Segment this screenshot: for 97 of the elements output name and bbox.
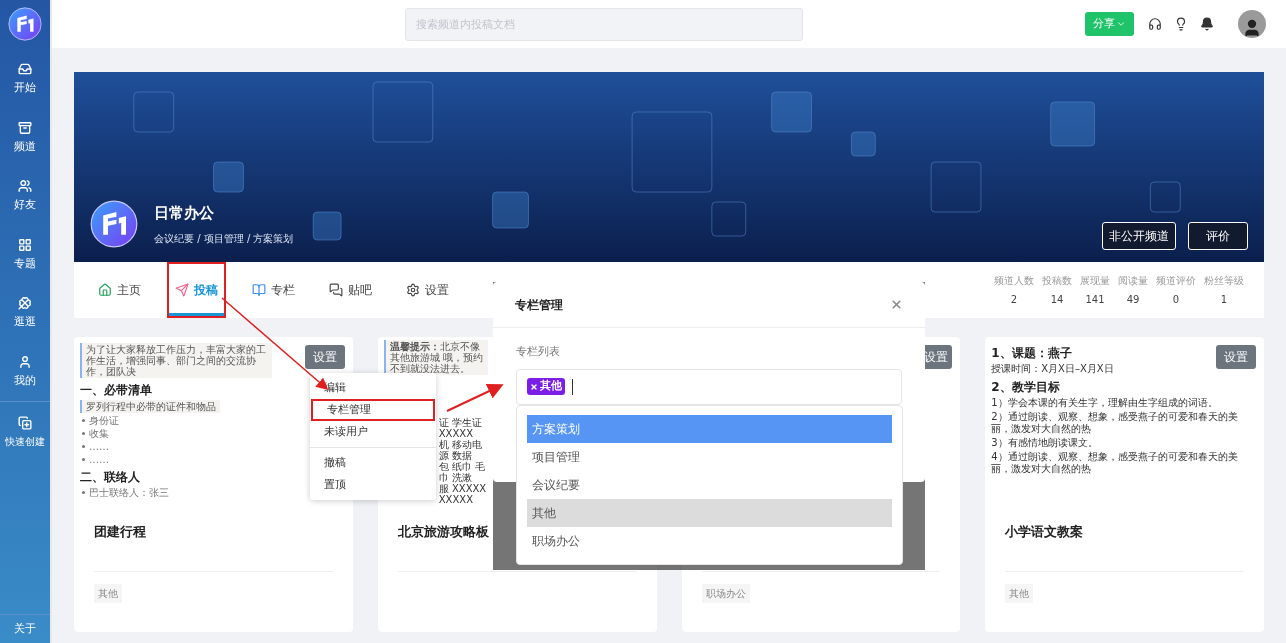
sidebar-item[interactable]: 开始 <box>14 62 36 97</box>
card-title: 小学语文教案 <box>1005 523 1084 542</box>
preview-heading: 二、联络人 <box>80 470 140 485</box>
preview-note: 罗列行程中必带的证件和物品 <box>80 400 220 413</box>
sidebar-item[interactable]: 关于 <box>14 614 36 643</box>
sidebar-item[interactable]: 逛逛 <box>14 296 36 331</box>
close-icon[interactable] <box>890 298 903 311</box>
clover-icon <box>18 296 32 310</box>
preview-bullet: 收集 <box>89 428 109 439</box>
bullet-icon <box>82 419 85 422</box>
settings-icon <box>406 283 420 297</box>
channel-title: 日常办公 <box>154 203 215 225</box>
sidebar-item[interactable]: 好友 <box>14 179 36 214</box>
home-icon <box>98 283 112 297</box>
category-tag: 其他 <box>1005 584 1034 603</box>
preview-heading: 一、必带清单 <box>80 383 152 398</box>
card-title: 团建行程 <box>94 523 146 542</box>
banner-button[interactable]: 评价 <box>1188 222 1248 250</box>
text-cursor <box>572 378 573 395</box>
preview-note: 为了让大家释放工作压力，丰富大家的工作生活，增强同事、部门之间的交流协作，团队决 <box>80 343 272 378</box>
menu-item[interactable]: 专栏管理 <box>311 399 435 421</box>
nav-tab[interactable]: 主页 <box>90 262 149 318</box>
stat-label: 投稿数 <box>1042 274 1072 288</box>
dropdown-option[interactable]: 其他 <box>527 499 892 527</box>
preview-line: 1）学会本课的有关生字，理解由生字组成的词语。 <box>991 397 1218 409</box>
preview-line: 机 移动电源 数据 <box>438 439 483 461</box>
lightbulb-icon[interactable] <box>1174 17 1188 31</box>
nav-tab[interactable]: 设置 <box>398 262 457 318</box>
preview-line: 证 学生证 XXXXX <box>438 417 483 439</box>
avatar[interactable] <box>1238 10 1266 38</box>
stat-label: 粉丝等级 <box>1204 274 1244 288</box>
stat-value: 14 <box>1050 293 1064 307</box>
logo-icon <box>8 7 42 41</box>
caret-icon <box>1116 19 1126 29</box>
preview-bullet: …… <box>89 454 109 465</box>
dropdown-option[interactable]: 项目管理 <box>527 443 892 471</box>
stat-value: 141 <box>1085 293 1105 307</box>
preview-heading: 2、教学目标 <box>991 380 1060 395</box>
preview-heading: 1、课题：燕子 <box>991 346 1072 361</box>
preview-line: 授课时间：X月X日–X月X日 <box>991 363 1114 375</box>
preview-line: 服 XXXXX <box>438 483 487 494</box>
chat-icon <box>329 283 343 297</box>
inbox-icon <box>18 62 32 76</box>
stat-value: 1 <box>1220 293 1228 307</box>
dropdown-option[interactable]: 职场办公 <box>527 527 892 555</box>
preview-line: 3）有感情地朗读课文。 <box>991 437 1098 449</box>
preview-bullet: …… <box>89 441 109 452</box>
sidebar-item[interactable]: 快速创建 <box>5 416 45 449</box>
nav-tab[interactable]: 贴吧 <box>321 262 380 318</box>
card-title: 北京旅游攻略板 <box>397 523 489 542</box>
preview-line: 2）通过朗读、观察、想象，感受燕子的可爱和春天的美丽，激发对大自然的热 <box>991 411 1239 435</box>
copy-plus-icon <box>18 416 32 430</box>
dropdown-option[interactable]: 会议纪要 <box>527 471 892 499</box>
paper-plane-icon <box>175 283 189 297</box>
preview-line: 包 纸巾 毛巾 洗漱 <box>438 461 487 483</box>
bullet-icon <box>82 445 85 448</box>
stat-label: 频道人数 <box>994 274 1034 288</box>
stat-value: 49 <box>1126 293 1140 307</box>
nav-tab[interactable]: 投稿 <box>167 262 226 318</box>
banner-button[interactable]: 非公开频道 <box>1102 222 1176 250</box>
bullet-icon <box>82 491 85 494</box>
stat-value: 0 <box>1172 293 1180 307</box>
preview-note: 温馨提示：北京不像其他旅游城 哦，预约不到就没法进去。 <box>383 340 488 375</box>
settings-button[interactable]: 设置 <box>1216 345 1256 369</box>
stat-label: 展现量 <box>1080 274 1110 288</box>
category-tag: 其他 <box>94 584 122 603</box>
bullet-icon <box>82 458 85 461</box>
logo-icon <box>90 200 138 248</box>
selected-tag[interactable]: 其他 <box>527 378 565 395</box>
sidebar-item[interactable]: 频道 <box>14 120 36 155</box>
preview-line: XXXXX <box>438 494 473 505</box>
headset-icon[interactable] <box>1148 17 1162 31</box>
user-icon <box>18 354 32 369</box>
preview-bullet: 巴士联络人：张三 <box>89 487 169 498</box>
pointer-arrow <box>446 383 504 412</box>
archive-icon <box>18 120 32 135</box>
bell-icon[interactable] <box>1200 17 1214 31</box>
book-icon <box>252 283 266 297</box>
grid-icon <box>18 237 32 252</box>
users-icon <box>18 179 32 193</box>
category-tag: 职场办公 <box>701 584 750 603</box>
stat-value: 2 <box>1010 293 1018 307</box>
sidebar-item[interactable]: 我的 <box>14 354 36 389</box>
preview-bullet: 身份证 <box>89 415 119 426</box>
column-select-field[interactable]: 其他 <box>516 368 902 405</box>
preview-line: 4）通过朗读、观察、想象，感受燕子的可爱和春天的美丽，激发对大自然的热 <box>991 451 1239 475</box>
field-label: 专栏列表 <box>516 344 561 360</box>
remove-icon[interactable] <box>530 382 538 391</box>
settings-button[interactable]: 设置 <box>304 345 345 369</box>
nav-tab[interactable]: 专栏 <box>244 262 303 318</box>
stat-label: 频道评价 <box>1156 274 1196 288</box>
stat-label: 阅读量 <box>1118 274 1148 288</box>
sidebar-item[interactable]: 专题 <box>14 237 36 272</box>
document-card[interactable]: 1、课题：燕子 授课时间：X月X日–X月X日 2、教学目标 1）学会本课的有关生字，理解由生字组成的词语。 2）通过朗读、观察、想象，感受燕子的可爱和春天的美丽，激发对大自然的热 3）有感情地朗读课文。 4）通过朗读、观察、想象，感受燕子的可爱和春天的美丽，激发对大自然的热 设置 小学语文教案 其他 <box>985 337 1264 632</box>
channel-subtitle: 会议纪要 / 项目管理 / 方案策划 <box>154 231 294 246</box>
modal-title: 专栏管理 <box>515 296 563 314</box>
bullet-icon <box>82 432 85 435</box>
